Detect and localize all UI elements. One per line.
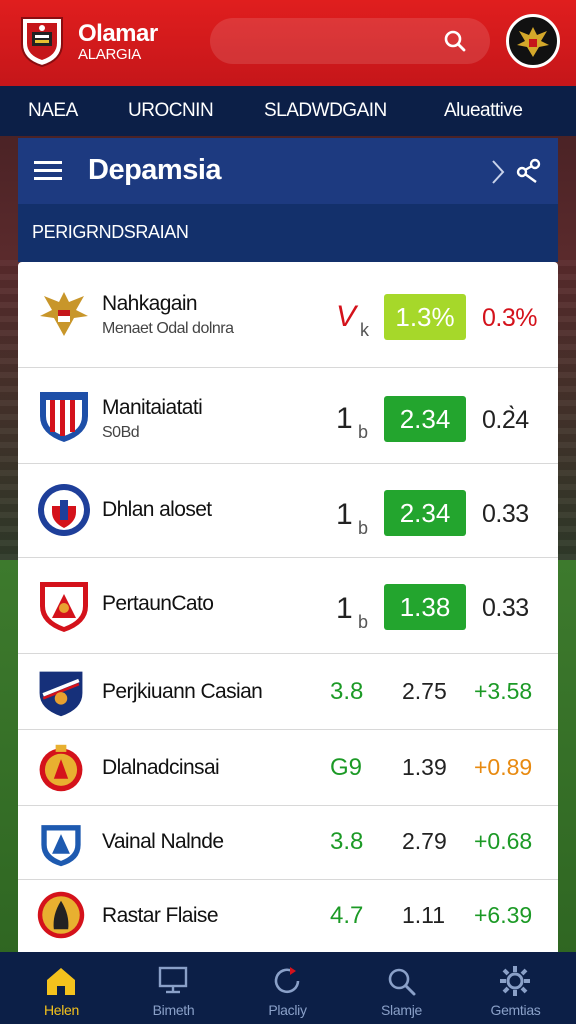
score-suffix: b: [358, 422, 369, 442]
black-gold-crest-icon: [37, 891, 85, 939]
gold-crest-icon: [39, 744, 83, 792]
score-value: V: [336, 300, 357, 333]
home-icon: [47, 968, 75, 995]
stat-col-2: 2.75: [402, 678, 447, 704]
team-name: Rastar Flaise: [102, 904, 219, 927]
table-row[interactable]: Perjkiuann Casian 3.8 2.75 +3.58: [18, 654, 558, 730]
panel-title: Depamsia: [88, 154, 222, 186]
app-subtitle: ALARGIA: [78, 46, 141, 63]
eagle-emblem-icon: [517, 27, 549, 57]
score-suffix: b: [358, 612, 369, 632]
eagle-crest-icon: [40, 292, 88, 336]
team-name: Perjkiuann Casian: [102, 680, 263, 703]
navy-shield-crest-icon: [39, 671, 83, 717]
stat-col-1: G9: [330, 754, 363, 781]
search-icon: [388, 968, 416, 996]
share-icon[interactable]: [514, 158, 542, 186]
stat-col-2: 1.11: [402, 902, 446, 928]
team-name: Nahkagain: [102, 292, 198, 315]
score-value: 1: [336, 402, 353, 435]
bottom-nav-gemtias[interactable]: Gemtias: [458, 952, 573, 1024]
bottom-nav-placliy[interactable]: Placliy: [230, 952, 345, 1024]
stat-col-3: +0.68: [474, 828, 533, 854]
search-icon[interactable]: [442, 28, 468, 54]
stat-col-2: 2.79: [402, 828, 447, 854]
table-row[interactable]: Nahkagain Menaet Odal dolnra V k 1.3% 0.…: [18, 262, 558, 368]
top-nav: NAEA UROCNIN SLADWDGAIN Alueattive: [0, 86, 576, 136]
standings-table: Nahkagain Menaet Odal dolnra V k 1.3% 0.…: [18, 262, 558, 952]
odds-button[interactable]: 2.34: [384, 396, 466, 442]
table-row[interactable]: Manitaiatati S0Bd 1 b 2.34 0.2̀4: [18, 368, 558, 464]
table-row[interactable]: PertaunCato 1 b 1.38 0.33: [18, 558, 558, 654]
panel-header: Depamsia: [18, 138, 558, 204]
bottom-nav-label: Gemtias: [490, 1002, 541, 1018]
panel-subheader: PERIGRNDSRAIAN: [18, 204, 558, 262]
red-shield-crest-icon: [40, 582, 88, 632]
stat-col-3: +3.58: [474, 678, 533, 704]
nav-item-naea[interactable]: NAEA: [28, 100, 78, 122]
refresh-icon: [274, 967, 300, 994]
app-title: Olamar: [78, 20, 158, 47]
profile-avatar[interactable]: [506, 14, 560, 68]
table-row[interactable]: Rastar Flaise 4.7 1.11 +6.39: [18, 880, 558, 952]
table-row[interactable]: Dlalnadcinsai G9 1.39 +0.89: [18, 730, 558, 806]
score-suffix: b: [358, 518, 369, 538]
stat-col-1: 4.7: [330, 902, 364, 929]
stat-col-3: +6.39: [474, 902, 533, 928]
score-value: 1: [336, 498, 353, 531]
bottom-nav-home[interactable]: Helen: [4, 952, 119, 1024]
stat-col-1: 3.8: [330, 828, 364, 855]
bottom-nav-bimeth[interactable]: Bimeth: [116, 952, 231, 1024]
team-name: Dhlan aloset: [102, 498, 212, 521]
app-header: Olamar ALARGIA: [0, 0, 576, 86]
odds-change: 0.2̀4: [482, 406, 529, 434]
score-suffix: k: [360, 320, 369, 340]
gear-icon: [500, 966, 530, 996]
nav-item-alueattive[interactable]: Alueattive: [444, 100, 523, 122]
team-name: Manitaiatati: [102, 396, 203, 419]
table-row[interactable]: Dhlan aloset 1 b 2.34 0.33: [18, 464, 558, 558]
bottom-nav-label: Bimeth: [152, 1002, 195, 1018]
bottom-nav: Helen Bimeth Placliy Slamje Gemtias: [0, 952, 576, 1024]
odds-button[interactable]: 1.38: [384, 584, 466, 630]
bottom-nav-label: Slamje: [381, 1002, 422, 1018]
team-name: Dlalnadcinsai: [102, 756, 220, 779]
blue-round-crest-icon: [41, 825, 81, 867]
bottom-nav-label: Helen: [43, 1002, 80, 1018]
nav-item-sladwdgain[interactable]: SLADWDGAIN: [264, 100, 387, 122]
stat-col-1: 3.8: [330, 678, 364, 705]
striped-shield-crest-icon: [40, 392, 88, 442]
odds-change: 0.33: [482, 594, 529, 622]
round-club-crest-icon: [38, 484, 90, 536]
odds-change: 0.3%: [482, 304, 537, 332]
monitor-icon: [158, 966, 188, 994]
stat-col-3: +0.89: [474, 754, 533, 780]
club-logo: [21, 17, 63, 68]
score-value: 1: [336, 592, 353, 625]
section-label: PERIGRNDSRAIAN: [32, 222, 189, 242]
team-name: PertaunCato: [102, 592, 214, 615]
odds-button[interactable]: 2.34: [384, 490, 466, 536]
table-row[interactable]: Vainal Nalnde 3.8 2.79 +0.68: [18, 806, 558, 880]
chevron-right-icon[interactable]: [490, 158, 506, 186]
menu-icon[interactable]: [34, 160, 62, 182]
odds-change: 0.33: [482, 500, 529, 528]
bottom-nav-label: Placliy: [268, 1002, 307, 1018]
nav-item-urocnin[interactable]: UROCNIN: [128, 100, 214, 122]
odds-button[interactable]: 1.3%: [384, 294, 466, 340]
team-subtitle: S0Bd: [102, 424, 140, 441]
team-subtitle: Menaet Odal dolnra: [102, 320, 234, 337]
team-name: Vainal Nalnde: [102, 830, 224, 853]
bottom-nav-slamje[interactable]: Slamje: [344, 952, 459, 1024]
stat-col-2: 1.39: [402, 754, 447, 780]
